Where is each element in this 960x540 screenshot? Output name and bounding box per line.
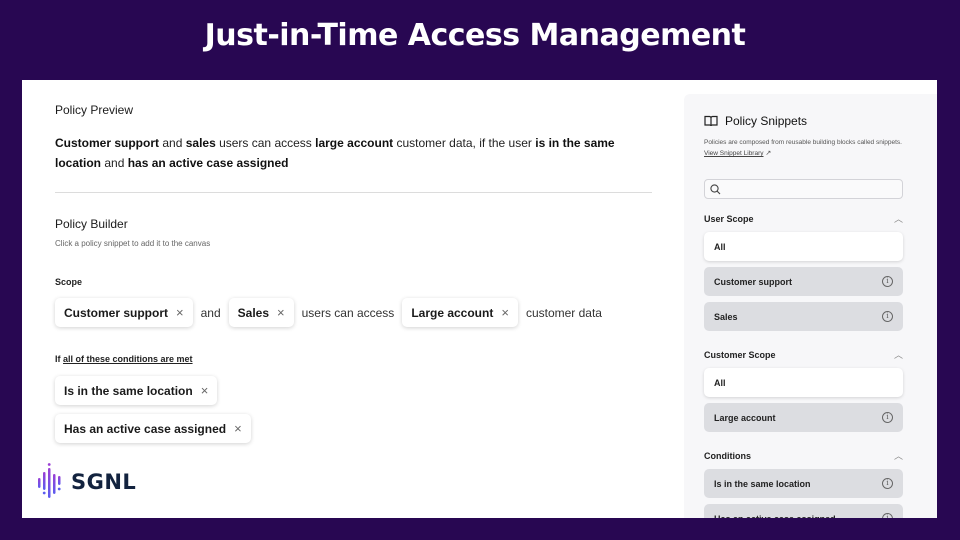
policy-builder-subtitle: Click a policy snippet to add it to the … xyxy=(55,239,211,248)
preview-text-segment: and xyxy=(101,156,128,170)
chip-label: Large account xyxy=(411,305,494,320)
snippet-same-location[interactable]: Is in the same location i xyxy=(704,469,903,498)
connector-and: and xyxy=(200,305,221,320)
preview-highlight: Customer support xyxy=(55,136,160,150)
snippet-label: Sales xyxy=(714,311,738,322)
preview-highlight: sales xyxy=(185,136,216,150)
chip-large-account[interactable]: Large account × xyxy=(402,298,518,327)
chip-same-location[interactable]: Is in the same location × xyxy=(55,376,218,405)
group-user-scope-header[interactable]: User Scope ︿ xyxy=(704,212,903,225)
snippet-active-case[interactable]: Has an active case assigned i xyxy=(704,504,903,518)
group-title: Conditions xyxy=(704,450,751,461)
remove-icon[interactable]: × xyxy=(176,305,184,320)
preview-text-segment: customer data, if the user xyxy=(393,136,536,150)
scope-label: Scope xyxy=(55,277,83,287)
scope-row: Customer support × and Sales × users can… xyxy=(55,298,604,327)
policy-preview-text: Customer support and sales users can acc… xyxy=(55,133,655,173)
info-icon[interactable]: i xyxy=(882,311,893,322)
panel-title: Policy Snippets xyxy=(725,114,808,128)
panel-header: Policy Snippets xyxy=(704,114,807,128)
preview-text-segment: users can access xyxy=(215,136,316,150)
remove-icon[interactable]: × xyxy=(277,305,285,320)
info-icon[interactable]: i xyxy=(882,412,893,423)
chip-label: Sales xyxy=(237,305,269,320)
remove-icon[interactable]: × xyxy=(501,305,509,320)
chevron-up-icon[interactable]: ︿ xyxy=(894,449,903,462)
chip-label: Has an active case assigned xyxy=(64,421,227,436)
app-canvas: Policy Preview Customer support and sale… xyxy=(22,80,937,518)
chip-customer-support[interactable]: Customer support × xyxy=(55,298,193,327)
snippet-label: All xyxy=(714,241,726,252)
snippet-library-link[interactable]: View Snippet Library xyxy=(704,150,764,157)
divider xyxy=(55,192,652,193)
group-title: User Scope xyxy=(704,213,754,224)
snippet-search-input[interactable] xyxy=(704,179,903,199)
preview-highlight: large account xyxy=(315,136,394,150)
snippet-label: Large account xyxy=(714,412,776,423)
chip-label: Is in the same location xyxy=(64,383,193,398)
chip-sales[interactable]: Sales × xyxy=(228,298,294,327)
chevron-up-icon[interactable]: ︿ xyxy=(894,212,903,225)
search-icon xyxy=(710,184,721,195)
description-text: Policies are composed from reusable buil… xyxy=(704,139,902,146)
panel-description: Policies are composed from reusable buil… xyxy=(704,137,909,159)
preview-text-segment: and xyxy=(159,136,186,150)
group-title: Customer Scope xyxy=(704,349,776,360)
sgnl-logo: SGNL xyxy=(37,462,136,502)
policy-snippets-panel: Policy Snippets Policies are composed fr… xyxy=(684,94,937,518)
book-icon xyxy=(704,115,718,127)
snippet-user-all[interactable]: All xyxy=(704,232,903,261)
snippet-label: Customer support xyxy=(714,276,793,287)
connector-users-can-access: users can access xyxy=(301,305,395,320)
policy-builder-heading: Policy Builder xyxy=(55,217,128,231)
policy-preview-heading: Policy Preview xyxy=(55,103,134,117)
slide-title: Just-in-Time Access Management xyxy=(204,18,746,53)
chevron-up-icon[interactable]: ︿ xyxy=(894,348,903,361)
snippet-label: Has an active case assigned xyxy=(714,514,836,519)
snippet-label: All xyxy=(714,377,726,388)
logo-mark-icon xyxy=(38,463,61,498)
remove-icon[interactable]: × xyxy=(201,383,209,398)
conditions-mode-link[interactable]: all of these conditions are met xyxy=(63,354,193,364)
policy-editor: Policy Preview Customer support and sale… xyxy=(22,80,662,518)
group-conditions-header[interactable]: Conditions ︿ xyxy=(704,449,903,462)
preview-highlight: has an active case assigned xyxy=(127,156,289,170)
group-customer-scope-header[interactable]: Customer Scope ︿ xyxy=(704,348,903,361)
info-icon[interactable]: i xyxy=(882,513,893,518)
info-icon[interactable]: i xyxy=(882,276,893,287)
snippet-customer-support[interactable]: Customer support i xyxy=(704,267,903,296)
connector-customer-data: customer data xyxy=(525,305,602,320)
conditions-prefix: If xyxy=(55,354,61,364)
snippet-customer-all[interactable]: All xyxy=(704,368,903,397)
chip-label: Customer support xyxy=(64,305,169,320)
logo-text: SGNL xyxy=(71,470,137,494)
snippet-large-account[interactable]: Large account i xyxy=(704,403,903,432)
remove-icon[interactable]: × xyxy=(234,421,242,436)
conditions-label: If all of these conditions are met xyxy=(55,354,193,364)
external-link-icon: ↗ xyxy=(765,150,772,157)
snippet-label: Is in the same location xyxy=(714,478,811,489)
info-icon[interactable]: i xyxy=(882,478,893,489)
snippet-sales[interactable]: Sales i xyxy=(704,302,903,331)
chip-active-case[interactable]: Has an active case assigned × xyxy=(55,414,251,443)
